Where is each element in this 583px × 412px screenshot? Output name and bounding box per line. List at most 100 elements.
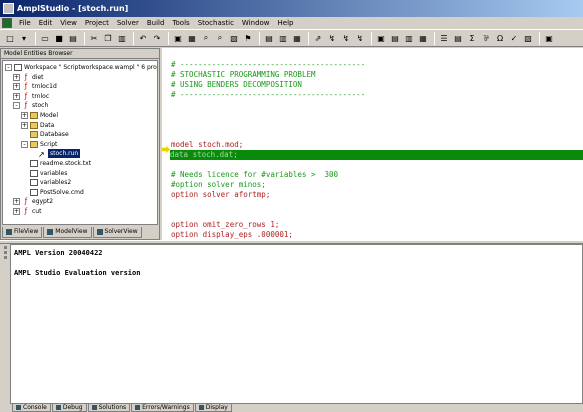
stop-icon[interactable]: ↯: [354, 32, 366, 44]
run-icon[interactable]: ⇗: [312, 32, 324, 44]
tree-item-postsolve-cmd[interactable]: PostSolve.cmd: [21, 188, 84, 197]
tree-item-label: cut: [32, 208, 42, 215]
expand-icon[interactable]: +: [21, 112, 28, 119]
table-icon[interactable]: ▤: [452, 32, 464, 44]
menu-build[interactable]: Build: [143, 19, 169, 27]
debug-icon[interactable]: ↯: [340, 32, 352, 44]
tab-console[interactable]: Console: [12, 404, 51, 412]
tree-item-workspace[interactable]: - Workspace " Scriptworkspace.wampl " 6 p…: [5, 63, 157, 72]
tree-item-diet[interactable]: + ƒ diet: [13, 73, 44, 82]
tree-item-cut[interactable]: + ƒ cut: [13, 207, 41, 216]
tab-fileview[interactable]: FileView: [2, 227, 43, 238]
cut-icon[interactable]: ✂: [88, 32, 100, 44]
editor-gutter: [162, 48, 170, 240]
tree-item-database[interactable]: Database: [21, 130, 69, 139]
reset-icon[interactable]: ▥: [403, 32, 415, 44]
display-icon[interactable]: ▤: [389, 32, 401, 44]
expand-icon[interactable]: +: [13, 92, 20, 100]
constraints-icon[interactable]: Ω: [494, 32, 506, 44]
code-editor[interactable]: # --------------------------------------…: [162, 48, 583, 240]
menu-help[interactable]: Help: [274, 19, 298, 27]
tree-item-trnloc[interactable]: + ƒ trnloc: [13, 92, 49, 101]
save-all-icon[interactable]: ▤: [67, 32, 79, 44]
output-grip[interactable]: [0, 244, 10, 404]
tab-debug[interactable]: Debug: [51, 404, 87, 412]
new-file-icon[interactable]: □: [4, 32, 16, 44]
menu-window[interactable]: Window: [238, 19, 274, 27]
code-line: # STOCHASTIC PROGRAMMING PROBLEM: [171, 70, 316, 79]
tree-item-trnloc1d[interactable]: + ƒ trnloc1d: [13, 82, 57, 91]
settings-icon[interactable]: ▧: [522, 32, 534, 44]
tree-item-label: trnloc: [32, 92, 50, 100]
sum-icon[interactable]: Σ: [466, 32, 478, 44]
code-line: option solver afortmp;: [171, 190, 271, 199]
menu-solver[interactable]: Solver: [113, 19, 143, 27]
browser-tabs: FileView ModelView SolverView: [2, 227, 158, 238]
tab-label: Solutions: [98, 404, 127, 411]
undo-icon[interactable]: ↶: [137, 32, 149, 44]
dropdown-icon[interactable]: ▾: [18, 32, 30, 44]
menu-file[interactable]: File: [15, 19, 35, 27]
menu-tools[interactable]: Tools: [168, 19, 193, 27]
expand-icon[interactable]: +: [13, 83, 20, 91]
menu-view[interactable]: View: [56, 19, 81, 27]
collapse-icon[interactable]: -: [21, 140, 28, 148]
compile-icon[interactable]: ▤: [263, 32, 275, 44]
run-script-icon[interactable]: ↯: [326, 32, 338, 44]
code-line: model stoch.mod;: [171, 140, 244, 149]
tree-item-stoch-run[interactable]: ↗ stoch.run: [29, 149, 81, 159]
find-icon[interactable]: ⌕: [200, 32, 212, 44]
output-console[interactable]: AMPL Version 20040422 AMPL Studio Evaluat…: [10, 244, 583, 404]
step-icon[interactable]: ▦: [291, 32, 303, 44]
tab-solutions[interactable]: Solutions: [87, 404, 131, 412]
tree-item-label: variables2: [40, 179, 72, 187]
document-icon: [30, 160, 38, 167]
collapse-icon[interactable]: -: [13, 102, 20, 110]
help-icon[interactable]: ▣: [543, 32, 555, 44]
variables-icon[interactable]: ⅌: [480, 32, 492, 44]
tree-item-label: Model: [40, 112, 59, 119]
tree-item-label: Data: [40, 121, 55, 129]
options-icon[interactable]: ✓: [508, 32, 520, 44]
menu-stochastic[interactable]: Stochastic: [194, 19, 238, 27]
toolbar-separator: [84, 31, 85, 45]
find-next-icon[interactable]: ⌕: [214, 32, 226, 44]
tree-item-readme-stock-txt[interactable]: readme.stock.txt: [21, 159, 91, 168]
paste-icon[interactable]: ▥: [116, 32, 128, 44]
menu-edit[interactable]: Edit: [35, 19, 57, 27]
window-icon[interactable]: ▣: [172, 32, 184, 44]
build-icon[interactable]: ▥: [277, 32, 289, 44]
expand-icon[interactable]: +: [21, 121, 28, 129]
tab-modelview[interactable]: ModelView: [43, 227, 92, 238]
code-line: option display_eps .000001;: [171, 230, 293, 239]
tree-item-egypt2[interactable]: + ƒ egypt2: [13, 197, 53, 206]
list-icon[interactable]: ☰: [438, 32, 450, 44]
tab-solverview[interactable]: SolverView: [92, 227, 142, 238]
tree-item-stoch[interactable]: - ƒ stoch: [13, 101, 48, 110]
open-icon[interactable]: ▭: [39, 32, 51, 44]
tab-display[interactable]: Display: [194, 404, 232, 412]
expand-icon[interactable]: +: [13, 198, 20, 206]
menu-project[interactable]: Project: [81, 19, 113, 27]
code-line: # --------------------------------------…: [171, 60, 366, 69]
bookmark-icon[interactable]: ⚑: [242, 32, 254, 44]
collapse-icon[interactable]: -: [5, 64, 12, 71]
tab-errors-warnings[interactable]: Errors/Warnings: [131, 404, 194, 412]
toolbar-separator: [133, 31, 134, 45]
tree-item-script[interactable]: - Script: [21, 140, 57, 149]
solve-icon[interactable]: ▣: [375, 32, 387, 44]
document-icon[interactable]: [2, 18, 12, 28]
tree-item-data[interactable]: + Data: [21, 121, 54, 130]
tree-item-variables2[interactable]: variables2: [21, 178, 71, 187]
replace-icon[interactable]: ▧: [228, 32, 240, 44]
tree-item-model[interactable]: + Model: [21, 111, 58, 120]
copy-icon[interactable]: ❐: [102, 32, 114, 44]
expand-icon[interactable]: +: [13, 73, 20, 81]
redo-icon[interactable]: ↷: [151, 32, 163, 44]
output-window-icon[interactable]: ▦: [186, 32, 198, 44]
delete-icon[interactable]: ▦: [417, 32, 429, 44]
expand-icon[interactable]: +: [13, 208, 20, 215]
tree-item-variables[interactable]: variables: [21, 169, 67, 178]
project-tree[interactable]: - Workspace " Scriptworkspace.wampl " 6 p…: [2, 60, 158, 225]
save-icon[interactable]: ■: [53, 32, 65, 44]
